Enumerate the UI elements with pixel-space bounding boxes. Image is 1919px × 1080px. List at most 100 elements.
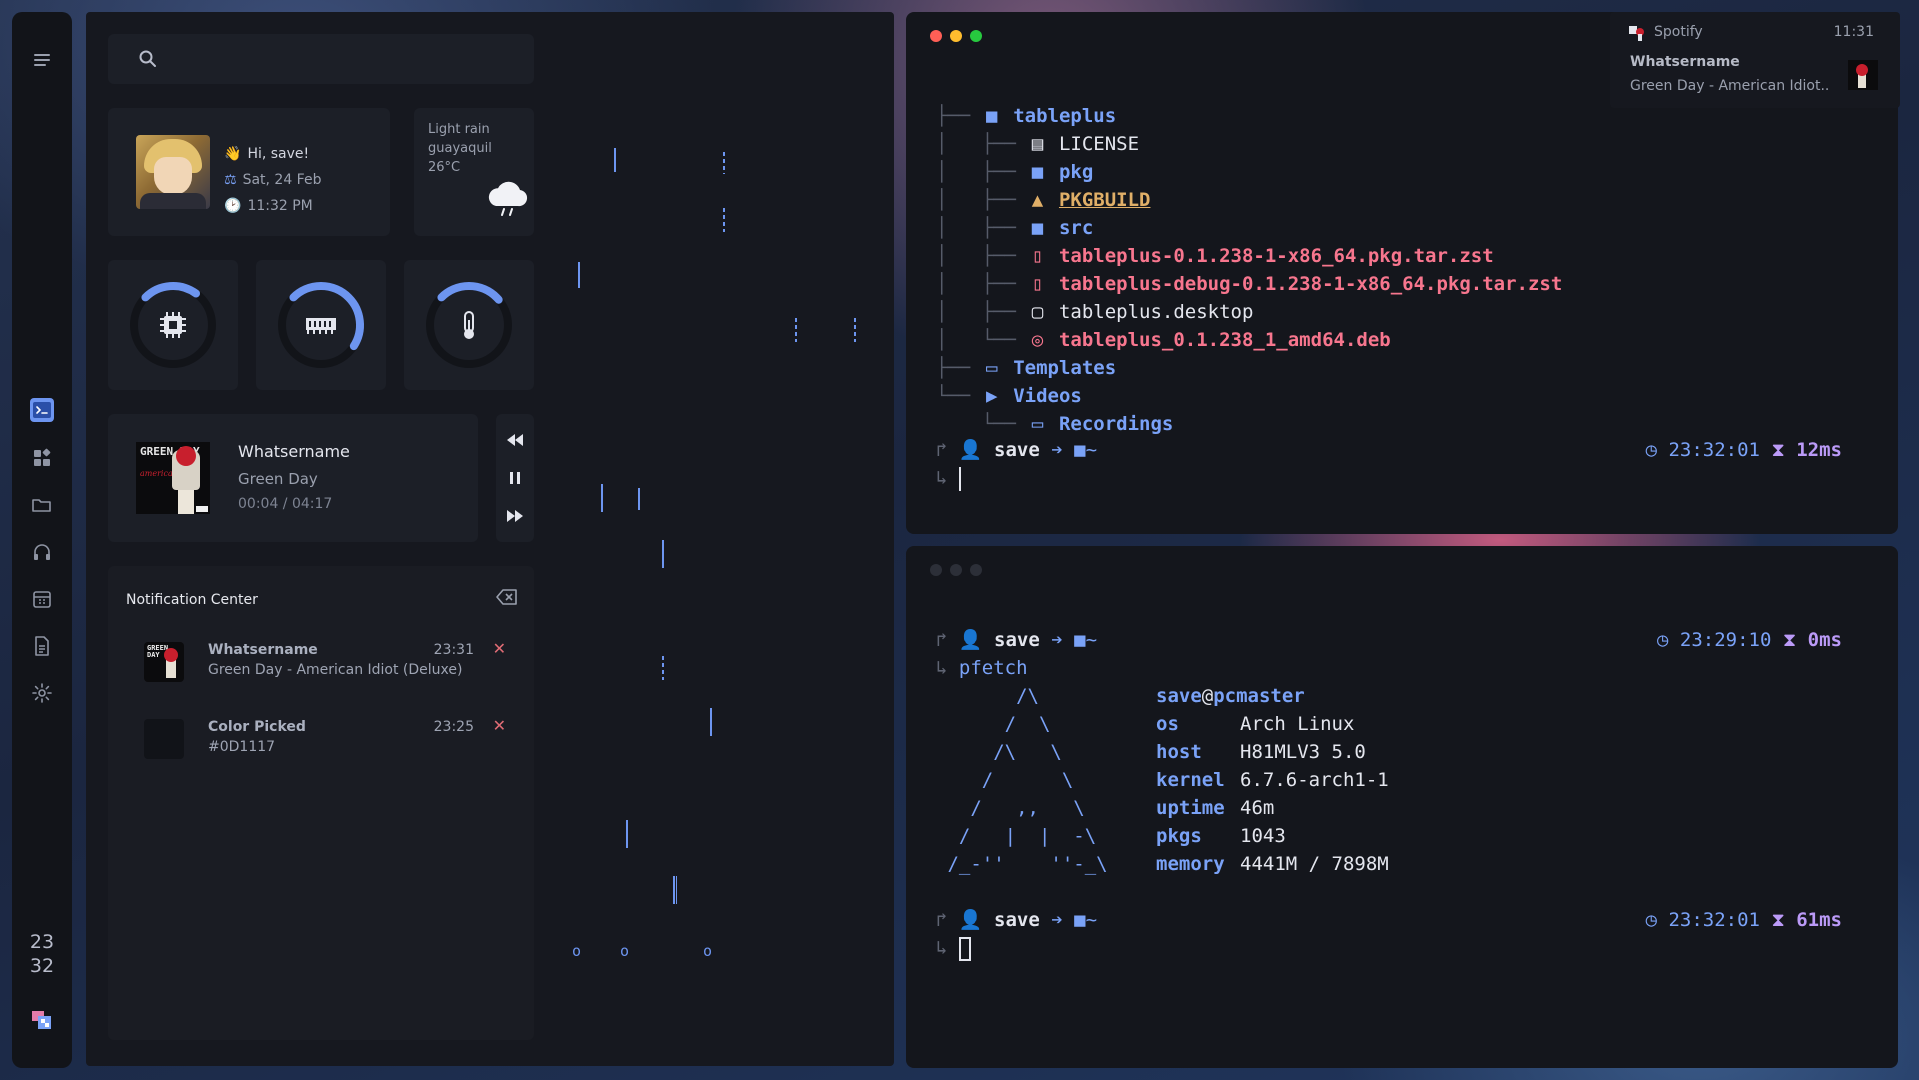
visualizer-dot: o (703, 942, 713, 960)
input-line[interactable]: ↳ (936, 934, 971, 962)
color-swatch (144, 719, 184, 759)
greeting-text: Hi, save! (247, 146, 310, 162)
close-window-button[interactable] (930, 30, 942, 42)
info-row: kernel 6.7.6-arch1-1 (1156, 766, 1389, 794)
notification-time: 23:25 (433, 719, 474, 735)
tree-branch: ├── (936, 357, 982, 379)
prompt-line: ↱ 👤 save ➔ ■~ (936, 629, 1098, 651)
tree-entry: │ └── ◎ tableplus_0.1.238_1_amd64.deb (936, 326, 1391, 354)
arrow-icon: ➔ (1051, 439, 1063, 461)
visualizer-bar (723, 208, 725, 232)
pause-icon (510, 472, 520, 484)
apps-icon[interactable] (30, 446, 54, 470)
visualizer-bar (662, 540, 664, 568)
visualizer-bar (710, 708, 712, 736)
prompt-line: ↱ 👤 save ➔ ■~ (936, 439, 1098, 461)
visualizer-bar (854, 318, 856, 342)
document-icon[interactable] (30, 634, 54, 658)
search-bar[interactable] (108, 34, 534, 84)
minimize-window-button[interactable] (950, 564, 962, 576)
prompt-duration: 0ms (1807, 629, 1842, 651)
visualizer-bar (673, 876, 677, 904)
date-text: Sat, 24 Feb (242, 172, 322, 188)
book-icon: ▤ (1031, 133, 1044, 155)
notification-thumbnail: GREEN DAY (144, 642, 184, 682)
maximize-window-button[interactable] (970, 564, 982, 576)
control-center: 👋 Hi, save! ⚖ Sat, 24 Feb 🕑 11:32 PM Lig… (86, 12, 894, 1066)
headphones-icon[interactable] (30, 540, 54, 564)
spotify-notification[interactable]: Spotify 11:31 Whatsername Green Day - Am… (1610, 12, 1900, 108)
clear-notifications-button[interactable] (496, 588, 518, 610)
desktop-icon: ▢ (1031, 301, 1044, 323)
visualizer-bar (723, 152, 725, 174)
track-title: Whatsername (238, 442, 350, 461)
tree-entry: └── ▶ Videos (936, 382, 1082, 410)
dismiss-notification-button[interactable]: ✕ (493, 716, 506, 735)
tree-entry-name: tableplus-debug-0.1.238-1-x86_64.pkg.tar… (1058, 273, 1563, 295)
close-window-button[interactable] (930, 564, 942, 576)
input-line[interactable]: ↳ (936, 464, 961, 492)
track-artist: Green Day (238, 470, 318, 488)
tree-branch: └── (936, 385, 982, 407)
tree-branch: │ └── (936, 329, 1028, 351)
visualizer-bar (638, 488, 640, 510)
folder-icon: ■ (1074, 909, 1086, 931)
tree-entry: │ ├── ■ src (936, 214, 1093, 242)
info-value: 6.7.6-arch1-1 (1240, 769, 1389, 791)
pause-button[interactable] (505, 468, 525, 488)
info-key: host (1156, 741, 1202, 763)
tree-entry-name: tableplus-0.1.238-1-x86_64.pkg.tar.zst (1058, 245, 1494, 267)
info-value: 46m (1240, 797, 1275, 819)
logo-line: / | | -\ (936, 825, 1097, 847)
visualizer-dot: o (620, 942, 630, 960)
folder-icon: ■ (1074, 629, 1086, 651)
maximize-window-button[interactable] (970, 30, 982, 42)
arrow-icon: ➔ (1051, 629, 1063, 651)
prompt-time: 23:32:01 (1668, 439, 1760, 461)
info-row: memory 4441M / 7898M (1156, 850, 1389, 878)
tree-branch: │ ├── (936, 273, 1028, 295)
tree-branch: │ ├── (936, 133, 1028, 155)
menu-icon[interactable] (30, 48, 54, 72)
cpu-gauge (108, 260, 238, 390)
gear-icon[interactable] (30, 681, 54, 705)
pfetch-at: @ (1201, 685, 1214, 707)
folder-icon: ■ (1074, 439, 1086, 461)
visualizer-bar (662, 656, 664, 680)
notification-item[interactable]: GREEN DAY Whatsername Green Day - America… (108, 630, 534, 690)
color-palette-icon[interactable] (30, 1008, 54, 1032)
info-value: 1043 (1240, 825, 1286, 847)
tree-entry-name: Templates (1013, 357, 1117, 379)
next-button[interactable] (505, 506, 525, 526)
terminal-icon[interactable] (30, 398, 54, 422)
weather-city: guayaquil (428, 141, 492, 156)
archive-icon: ▯ (1031, 245, 1044, 267)
notification-center: Notification Center GREEN DAY Whatsername… (108, 566, 534, 1040)
tree-entry: ├── ■ tableplus (936, 102, 1116, 130)
previous-button[interactable] (505, 430, 525, 450)
minimize-window-button[interactable] (950, 30, 962, 42)
calendar-icon[interactable] (30, 587, 54, 611)
hourglass-icon: ⧗ (1771, 439, 1785, 461)
tree-branch: └── (936, 413, 1028, 435)
tree-branch: │ ├── (936, 217, 1028, 239)
dismiss-notification-button[interactable]: ✕ (493, 639, 506, 658)
info-value: Arch Linux (1240, 713, 1355, 735)
tree-entry-name: LICENSE (1058, 133, 1140, 155)
spotify-app-icon (1629, 26, 1644, 41)
fast-forward-icon (507, 510, 523, 522)
notification-time: 23:31 (433, 642, 474, 658)
tree-entry-name: pkg (1058, 161, 1094, 183)
avatar (136, 135, 210, 209)
notification-item[interactable]: Color Picked #0D1117 23:25 ✕ (108, 707, 534, 767)
video-icon: ▶ (986, 385, 998, 407)
tree-entry-name: Recordings (1058, 413, 1174, 435)
visualizer-bar (578, 262, 580, 288)
folder-icon[interactable] (30, 493, 54, 517)
terminal-window[interactable]: ↱ 👤 save ➔ ■~ ◷ 23:29:10 ⧗ 0ms ↳ pfetch … (906, 546, 1898, 1068)
prompt-status: ◷ 23:29:10 ⧗ 0ms (1657, 626, 1842, 654)
cpu-icon (160, 312, 186, 338)
greeting-row: 👋 Hi, save! (224, 146, 309, 162)
logo-line: / \ (936, 769, 1074, 791)
tree-entry-name: tableplus (1013, 105, 1117, 127)
